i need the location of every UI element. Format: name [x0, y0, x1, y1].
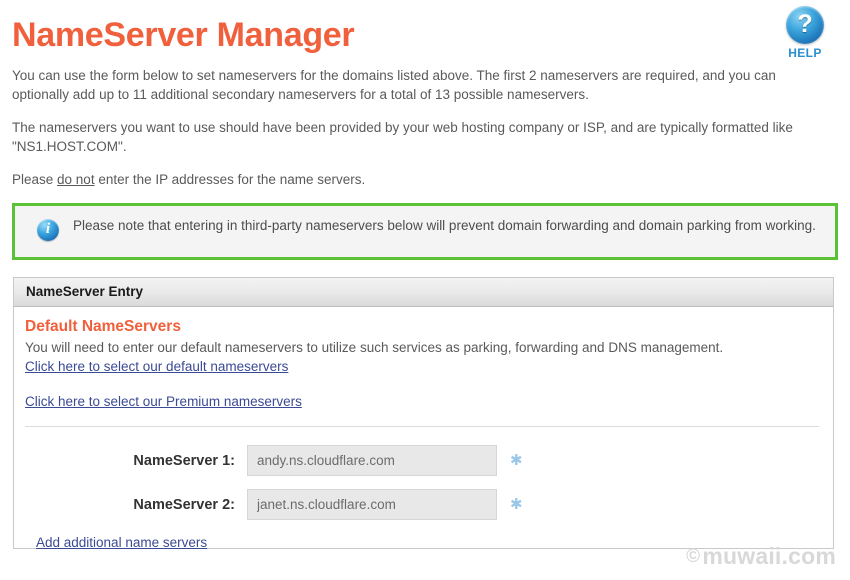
info-icon-glyph: i [45, 220, 51, 237]
help-label: HELP [788, 46, 822, 60]
add-additional-nameservers-link[interactable]: Add additional name servers [36, 533, 207, 552]
intro-paragraph-3-after: enter the IP addresses for the name serv… [94, 172, 366, 187]
default-nameservers-description: You will need to enter our default names… [25, 340, 724, 355]
panel-header: NameServer Entry [13, 277, 834, 307]
info-circle-icon: i [37, 219, 59, 241]
intro-paragraph-3: Please do not enter the IP addresses for… [12, 170, 836, 189]
intro-paragraph-3-before: Please [12, 172, 58, 187]
nameserver-2-required-marker: ✱ [510, 496, 523, 513]
watermark-text: muwaii.com [702, 543, 836, 569]
info-note-box: i Please note that entering in third-par… [12, 203, 838, 260]
nameserver-entry-panel: NameServer Entry Default NameServers You… [13, 277, 834, 552]
nameserver-2-input[interactable] [247, 489, 497, 520]
help-icon-glyph: ? [797, 10, 813, 38]
help-button[interactable]: ? HELP [776, 6, 834, 60]
select-premium-nameservers-link[interactable]: Click here to select our Premium nameser… [25, 392, 302, 411]
question-mark-circle-icon[interactable]: ? [786, 6, 824, 44]
watermark: ©muwaii.com [686, 543, 836, 570]
intro-text-block: You can use the form below to set namese… [0, 66, 850, 189]
nameserver-1-required-marker: ✱ [510, 452, 523, 469]
nameserver-2-label: NameServer 2: [133, 496, 235, 513]
intro-paragraph-1: You can use the form below to set namese… [12, 68, 776, 102]
copyright-icon: © [686, 546, 701, 567]
nameserver-row-1: NameServer 1: ✱ [25, 445, 819, 476]
section-divider [25, 426, 819, 427]
page-header: NameServer Manager ? HELP [0, 0, 850, 60]
default-nameservers-title: Default NameServers [25, 318, 181, 335]
nameserver-row-2: NameServer 2: ✱ [25, 489, 819, 520]
page-title: NameServer Manager [12, 16, 355, 54]
nameserver-fields: NameServer 1: ✱ NameServer 2: ✱ [25, 445, 819, 520]
select-default-nameservers-link[interactable]: Click here to select our default nameser… [25, 357, 288, 376]
nameserver-1-label: NameServer 1: [133, 452, 235, 469]
nameserver-1-input[interactable] [247, 445, 497, 476]
panel-body: Default NameServers You will need to ent… [14, 307, 833, 552]
intro-paragraph-3-emphasis: do not [57, 172, 95, 187]
intro-paragraph-2: The nameservers you want to use should h… [12, 120, 793, 154]
info-note-text: Please note that entering in third-party… [73, 218, 816, 233]
